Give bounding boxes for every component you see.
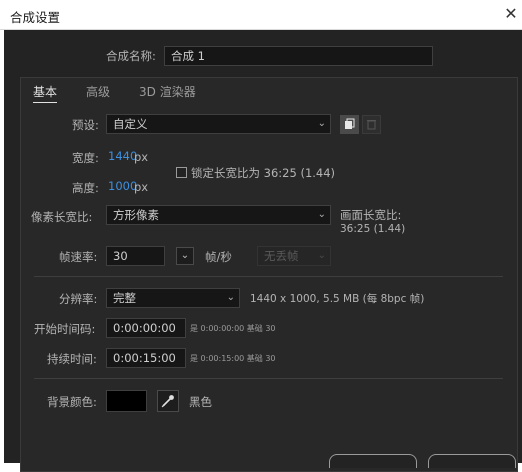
delete-preset-button[interactable] [362, 115, 381, 134]
frame-rate-input[interactable]: 30 [106, 246, 165, 266]
pixel-aspect-label: 像素长宽比: [31, 210, 93, 224]
tab-advanced[interactable]: 高级 [86, 83, 110, 100]
chevron-down-icon: ⌄ [317, 209, 326, 220]
frame-rate-label: 帧速率: [59, 250, 98, 264]
settings-panel [20, 77, 518, 472]
resolution-info: 1440 x 1000, 5.5 MB (每 8bpc 帧) [250, 293, 425, 305]
composition-settings-dialog: 合成名称: 合成 1 基本 高级 3D 渲染器 预设: 自定义 ⌄ 宽度: 14… [4, 30, 522, 472]
duration-input[interactable]: 0:00:15:00 [106, 348, 186, 368]
window-title: 合成设置 [10, 10, 61, 25]
tab-basic[interactable]: 基本 [33, 83, 58, 103]
width-value[interactable]: 1440 [108, 149, 137, 163]
duration-label: 持续时间: [47, 352, 97, 366]
ok-button[interactable] [329, 454, 417, 468]
start-timecode-input[interactable]: 0:00:00:00 [106, 318, 186, 338]
close-icon[interactable]: ✕ [502, 4, 520, 24]
start-timecode-label: 开始时间码: [34, 322, 96, 336]
title-bar: 合成设置 ✕ [0, 0, 522, 30]
trash-icon [367, 120, 376, 130]
dropframe-select: 无丢帧 ⌄ [257, 246, 331, 266]
chevron-down-icon: ⌄ [317, 118, 326, 129]
comp-name-input[interactable]: 合成 1 [164, 46, 433, 66]
pixel-aspect-select[interactable]: 方形像素 ⌄ [106, 205, 331, 225]
background-color-swatch[interactable] [106, 390, 147, 412]
chevron-down-icon: ⌄ [226, 292, 235, 303]
separator [34, 276, 503, 277]
save-preset-button[interactable] [340, 115, 359, 134]
resolution-value: 完整 [113, 291, 136, 305]
chevron-down-icon: ⌄ [180, 250, 190, 261]
cancel-button[interactable] [428, 454, 516, 468]
frame-rate-dropdown-button[interactable]: ⌄ [176, 247, 194, 265]
frame-rate-unit: 帧/秒 [205, 250, 232, 264]
height-unit: px [134, 180, 149, 194]
width-label: 宽度: [72, 151, 99, 165]
height-label: 高度: [72, 181, 99, 195]
preset-select[interactable]: 自定义 ⌄ [106, 114, 331, 134]
resolution-select[interactable]: 完整 ⌄ [106, 288, 240, 308]
frame-aspect-value: 36:25 (1.44) [340, 223, 406, 235]
resolution-label: 分辨率: [59, 292, 98, 306]
frame-aspect-label: 画面长宽比: [340, 208, 402, 222]
lock-aspect-label: 锁定长宽比为 36:25 (1.44) [191, 166, 336, 180]
height-value[interactable]: 1000 [108, 179, 137, 193]
background-color-label: 背景颜色: [47, 395, 97, 409]
lock-aspect-checkbox[interactable] [176, 167, 187, 178]
separator [34, 378, 503, 379]
background-color-name: 黑色 [189, 395, 212, 409]
comp-name-label: 合成名称: [106, 49, 156, 63]
chevron-down-icon: ⌄ [317, 250, 326, 261]
save-preset-icon [345, 118, 355, 129]
eyedropper-icon [161, 395, 174, 408]
dropframe-value: 无丢帧 [264, 249, 299, 263]
duration-hint: 是 0:00:15:00 基础 30 [190, 354, 276, 363]
preset-value: 自定义 [113, 117, 148, 131]
eyedropper-button[interactable] [157, 390, 179, 412]
start-timecode-hint: 是 0:00:00:00 基础 30 [190, 324, 276, 333]
pixel-aspect-value: 方形像素 [113, 208, 159, 222]
width-unit: px [134, 150, 149, 164]
tab-3d-renderer[interactable]: 3D 渲染器 [139, 83, 196, 100]
preset-label: 预设: [72, 118, 99, 132]
